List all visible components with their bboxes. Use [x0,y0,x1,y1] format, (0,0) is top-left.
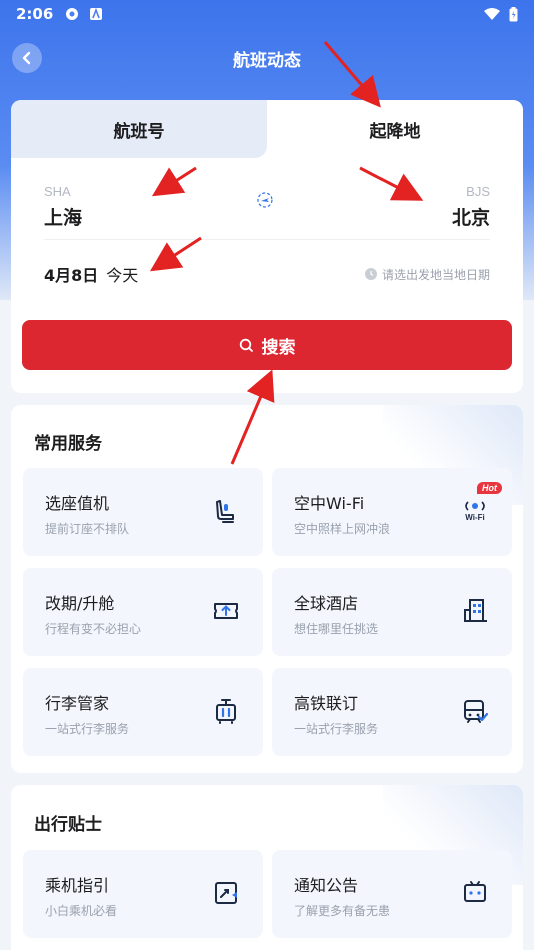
service-subtitle: 想住哪里任挑选 [294,622,379,636]
service-change-upgrade[interactable]: 改期/升舱 行程有变不必担心 [23,568,263,656]
arrival-code: BJS [466,184,490,199]
date-relative: 今天 [106,266,139,285]
arrival-city[interactable]: BJS 北京 [452,184,490,230]
seat-icon [216,500,234,523]
page-title: 航班动态 [233,50,301,71]
font-notification-icon [90,7,103,20]
clock-icon [364,268,377,280]
service-title: 改期/升舱 [45,594,115,613]
search-button[interactable]: 搜索 [22,320,512,370]
service-subtitle: 小白乘机必看 [45,904,118,918]
service-title: 行李管家 [45,694,110,713]
date-hint-text: 请选出发地当地日期 [381,267,490,282]
service-title: 高铁联订 [294,694,359,713]
guide-icon [215,882,237,904]
common-services-title: 常用服务 [34,434,102,454]
date-value: 4月8日 [44,266,99,285]
battery-icon [509,6,518,21]
tip-boarding-guide[interactable]: 乘机指引 小白乘机必看 [23,850,263,938]
flight-search-card: 航班号 起降地 SHA 上海 BJS 北京 4月8日 今天 请选出发地当地日期 [11,100,523,393]
service-global-hotels[interactable]: 全球酒店 想住哪里任挑选 [272,568,512,656]
app-notification-icon [66,8,79,20]
service-subtitle: 一站式行李服务 [294,722,379,736]
service-title: 乘机指引 [45,876,110,895]
service-title: 空中Wi-Fi [294,494,365,513]
service-luggage[interactable]: 行李管家 一站式行李服务 [23,668,263,756]
back-button[interactable] [12,43,42,73]
chevron-left-icon [22,51,31,65]
travel-tips-section: 出行贴士 乘机指引 小白乘机必看 通知公告 了解更多有备无患 [11,785,523,950]
service-subtitle: 行程有变不必担心 [45,622,142,636]
departure-code: SHA [44,184,71,199]
wifi-icon-text: Wi-Fi [465,513,484,522]
service-title: 全球酒店 [294,594,359,613]
service-title: 通知公告 [294,876,359,895]
service-train-booking[interactable]: 高铁联订 一站式行李服务 [272,668,512,756]
service-subtitle: 一站式行李服务 [45,722,130,736]
service-subtitle: 了解更多有备无患 [294,904,391,918]
service-subtitle: 空中照样上网冲浪 [294,522,391,536]
date-hint: 请选出发地当地日期 [364,266,490,283]
search-tabs: 航班号 起降地 [11,100,523,158]
tip-announcements[interactable]: 通知公告 了解更多有备无患 [272,850,512,938]
arrival-name: 北京 [451,207,490,229]
status-time: 2:06 [16,5,54,23]
travel-tips-title: 出行贴士 [34,815,102,835]
service-title: 选座值机 [45,494,110,513]
wifi-icon: Wi-Fi [465,501,485,522]
search-icon [239,338,253,352]
tab-flight-number[interactable]: 航班号 [11,100,267,158]
date-selector[interactable]: 4月8日 今天 请选出发地当地日期 [44,262,490,286]
train-icon [464,700,489,723]
page-header: 航班动态 [0,36,534,80]
tab-route[interactable]: 起降地 [267,100,523,158]
luggage-icon [216,699,236,724]
search-button-label: 搜索 [261,337,296,358]
departure-city[interactable]: SHA 上海 [44,184,82,230]
notice-icon [464,881,486,902]
service-inflight-wifi[interactable]: 空中Wi-Fi 空中照样上网冲浪 Hot Wi-Fi [272,468,512,556]
service-seat-checkin[interactable]: 选座值机 提前订座不排队 [23,468,263,556]
departure-name: 上海 [44,207,83,229]
hot-badge: Hot [477,482,502,494]
service-subtitle: 提前订座不排队 [45,522,130,536]
ticket-upgrade-icon [214,603,238,619]
common-services-section: 常用服务 选座值机 提前订座不排队 空中Wi-Fi 空中照样上网冲浪 Hot W… [11,405,523,773]
route-divider [44,239,490,240]
status-bar: 2:06 [0,0,534,28]
hotel-icon [464,599,487,622]
swap-plane-icon[interactable] [257,192,273,208]
wifi-status-icon [484,8,500,20]
route-selector: SHA 上海 BJS 北京 [44,184,490,240]
